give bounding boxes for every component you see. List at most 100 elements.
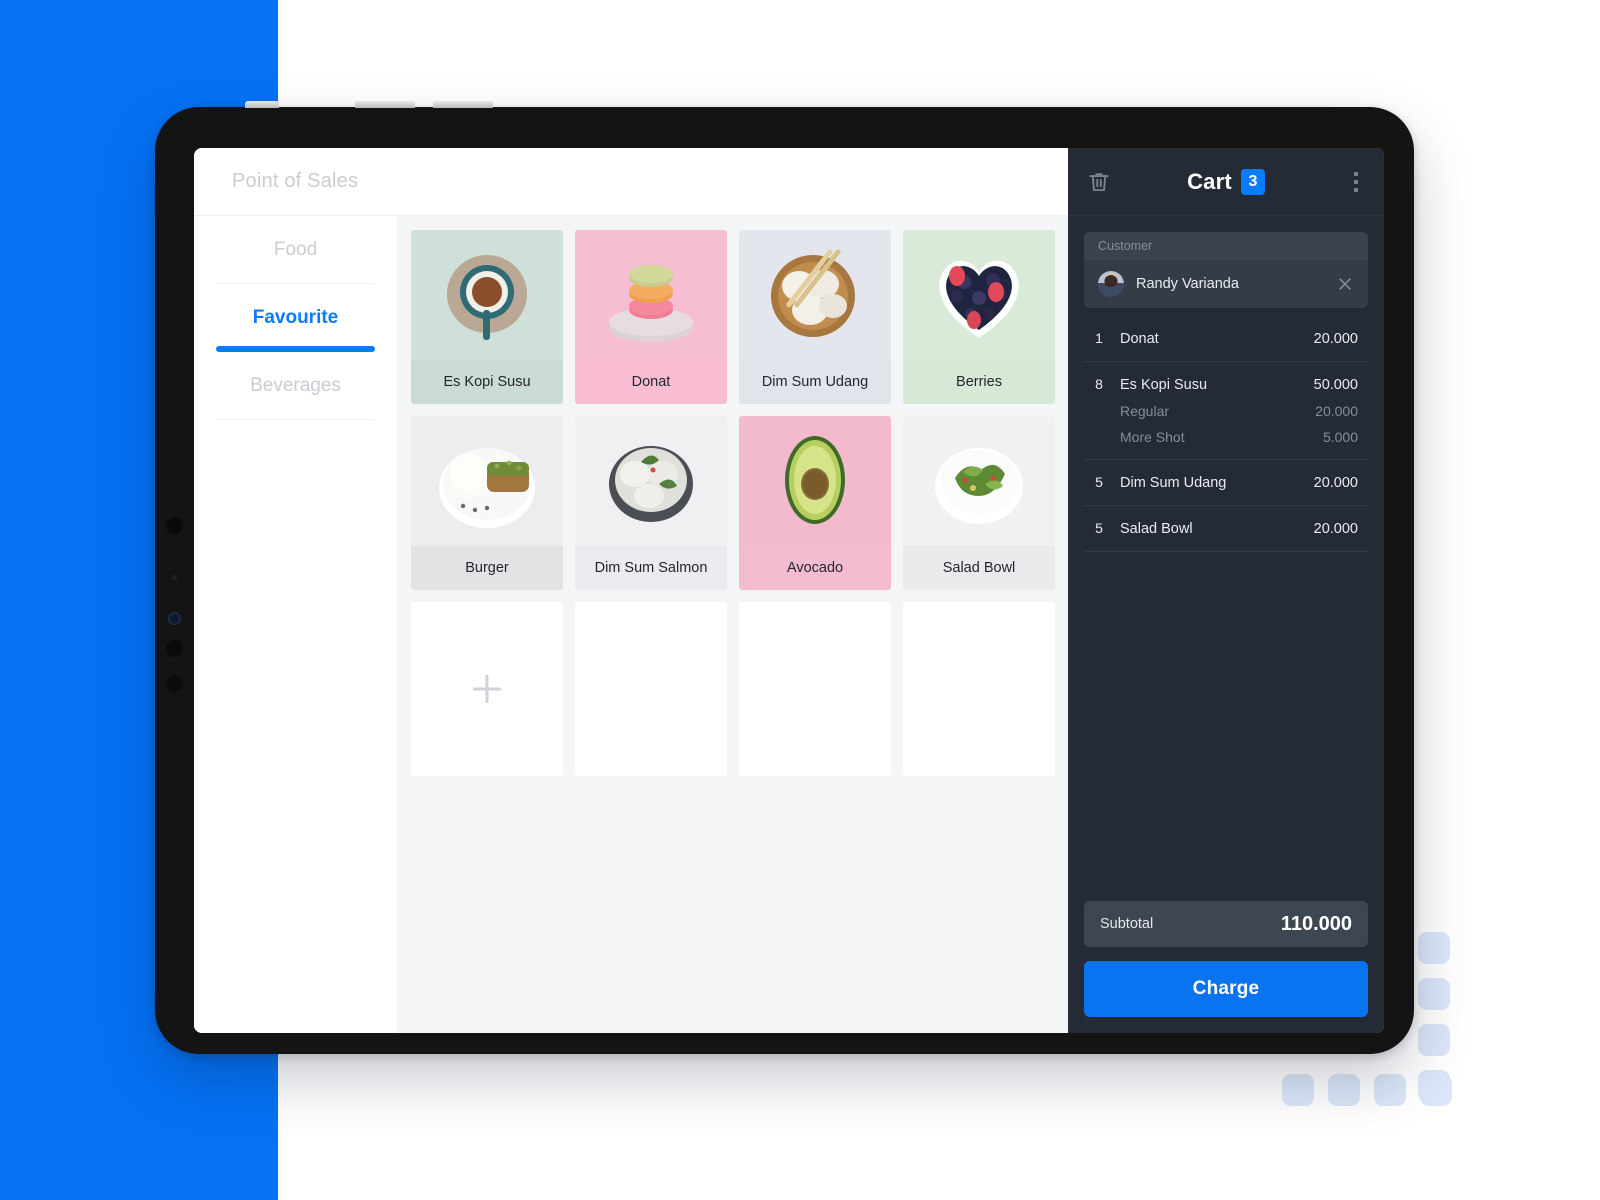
decorative-square xyxy=(1418,1024,1450,1056)
page-title: Point of Sales xyxy=(232,170,359,192)
volume-down-button[interactable] xyxy=(433,101,493,108)
cart-item-main: 8 Es Kopi Susu 50.000 xyxy=(1092,376,1358,393)
product-card[interactable]: Avocado xyxy=(739,416,891,590)
add-product-card[interactable] xyxy=(411,602,563,776)
salad-image xyxy=(903,416,1055,546)
cart-item[interactable]: 5 Salad Bowl 20.000 xyxy=(1084,506,1368,552)
cart-header: Cart 3 xyxy=(1068,148,1384,216)
subtotal-label: Subtotal xyxy=(1100,916,1154,932)
macaron-image xyxy=(575,230,727,360)
avatar xyxy=(1098,271,1124,297)
empty-product-slot xyxy=(903,602,1055,776)
category-item-beverages[interactable]: Beverages xyxy=(216,352,375,420)
cart-item-modifier: More Shot 5.000 xyxy=(1092,429,1358,445)
product-card[interactable]: Es Kopi Susu xyxy=(411,230,563,404)
tablet-screen: Point of Sales Food Favourite Beverages Es… xyxy=(194,148,1384,1033)
decorative-square xyxy=(1418,932,1450,964)
cart-scroll-area: Customer Randy Varianda 1 Donat 20.000 8 Es xyxy=(1068,216,1384,901)
decorative-square-grid-bottom xyxy=(1282,1074,1542,1134)
cart-item[interactable]: 8 Es Kopi Susu 50.000 Regular 20.000 More Sho… xyxy=(1084,362,1368,460)
avocado-image xyxy=(739,416,891,546)
front-camera-icon xyxy=(166,517,183,534)
power-button[interactable] xyxy=(245,101,279,108)
cart-footer: Subtotal 110.000 Charge xyxy=(1068,901,1384,1033)
category-label: Food xyxy=(273,238,318,260)
volume-up-button[interactable] xyxy=(355,101,415,108)
trash-icon[interactable] xyxy=(1086,169,1112,195)
cart-item-name: Es Kopi Susu xyxy=(1120,377,1208,393)
category-label: Favourite xyxy=(252,307,339,328)
cart-item-modifier: Regular 20.000 xyxy=(1092,403,1358,419)
subtotal-value: 110.000 xyxy=(1280,912,1352,935)
category-item-food[interactable]: Food xyxy=(216,216,375,284)
product-name: Dim Sum Udang xyxy=(739,360,891,404)
berries-image xyxy=(903,230,1055,360)
cart-item-qty: 1 xyxy=(1095,330,1103,346)
charge-button[interactable]: Charge xyxy=(1084,961,1368,1017)
cart-item[interactable]: 1 Donat 20.000 xyxy=(1084,316,1368,362)
category-sidebar: Food Favourite Beverages xyxy=(194,216,398,1033)
product-card[interactable]: Berries xyxy=(903,230,1055,404)
customer-label: Customer xyxy=(1084,232,1368,260)
cart-item-main: 5 Dim Sum Udang 20.000 xyxy=(1092,474,1358,491)
cart-item-qty: 8 xyxy=(1095,376,1103,392)
cart-item-price: 20.000 xyxy=(1313,521,1358,537)
modifier-price: 5.000 xyxy=(1322,429,1358,445)
cart-item-name: Dim Sum Udang xyxy=(1120,475,1227,491)
cart-item-price: 20.000 xyxy=(1313,331,1358,347)
cart-item-list: 1 Donat 20.000 8 Es Kopi Susu 50.000 Regular 20… xyxy=(1084,316,1368,552)
cart-item-main: 1 Donat 20.000 xyxy=(1092,330,1358,347)
modifier-name: More Shot xyxy=(1120,429,1185,445)
customer-name: Randy Varianda xyxy=(1136,276,1239,292)
cart-item-name: Donat xyxy=(1120,331,1159,347)
dimsum-bowl-image xyxy=(739,230,891,360)
decorative-square xyxy=(1420,1074,1452,1106)
subtotal-row: Subtotal 110.000 xyxy=(1084,901,1368,947)
cart-title-group: Cart 3 xyxy=(1068,168,1384,195)
cart-item[interactable]: 5 Dim Sum Udang 20.000 xyxy=(1084,460,1368,506)
speaker-hole-2-icon xyxy=(166,675,183,692)
cart-panel: Cart 3 Customer Randy Varianda 1 Donat 2… xyxy=(1068,148,1384,1033)
dimsum-dark-image xyxy=(575,416,727,546)
empty-product-slot xyxy=(575,602,727,776)
product-name: Dim Sum Salmon xyxy=(575,546,727,590)
app-header: Point of Sales xyxy=(194,148,1068,216)
cart-item-qty: 5 xyxy=(1095,520,1103,536)
category-item-favourite[interactable]: Favourite xyxy=(216,284,375,352)
cart-item-name: Salad Bowl xyxy=(1120,521,1193,537)
product-card[interactable]: Donat xyxy=(575,230,727,404)
product-name: Burger xyxy=(411,546,563,590)
customer-box: Customer Randy Varianda xyxy=(1084,232,1368,308)
speaker-hole-icon xyxy=(166,640,183,657)
cart-item-price: 20.000 xyxy=(1313,475,1358,491)
modifier-name: Regular xyxy=(1120,403,1170,419)
product-card[interactable]: Dim Sum Salmon xyxy=(575,416,727,590)
modifier-price: 20.000 xyxy=(1315,403,1358,419)
category-label: Beverages xyxy=(250,374,341,396)
kebab-menu-icon[interactable] xyxy=(1346,169,1366,195)
product-card[interactable]: Burger xyxy=(411,416,563,590)
product-grid-area: Es Kopi Susu Donat Dim Sum Udang Berries Bur… xyxy=(398,216,1068,1033)
cart-count-badge: 3 xyxy=(1240,168,1265,195)
app-body: Food Favourite Beverages Es Kopi Susu Donat… xyxy=(194,216,1068,1033)
microphone-icon xyxy=(172,575,177,580)
customer-row[interactable]: Randy Varianda xyxy=(1084,260,1368,308)
product-name: Es Kopi Susu xyxy=(411,360,563,404)
tablet-device: Point of Sales Food Favourite Beverages Es… xyxy=(152,101,1417,1057)
product-name: Donat xyxy=(575,360,727,404)
product-grid: Es Kopi Susu Donat Dim Sum Udang Berries Bur… xyxy=(411,230,1055,776)
product-card[interactable]: Dim Sum Udang xyxy=(739,230,891,404)
sensor-icon xyxy=(168,612,181,625)
product-card[interactable]: Salad Bowl xyxy=(903,416,1055,590)
plus-icon xyxy=(473,675,501,703)
screenshot-canvas: Point of Sales Food Favourite Beverages Es… xyxy=(0,0,1600,1200)
decorative-square xyxy=(1282,1074,1314,1106)
product-name: Berries xyxy=(903,360,1055,404)
close-icon[interactable] xyxy=(1336,275,1354,293)
cart-item-price: 50.000 xyxy=(1313,377,1358,393)
coffee-image xyxy=(411,230,563,360)
cart-item-qty: 5 xyxy=(1095,474,1103,490)
product-name: Avocado xyxy=(739,546,891,590)
pos-app-area: Point of Sales Food Favourite Beverages Es… xyxy=(194,148,1068,1033)
cart-item-main: 5 Salad Bowl 20.000 xyxy=(1092,520,1358,537)
